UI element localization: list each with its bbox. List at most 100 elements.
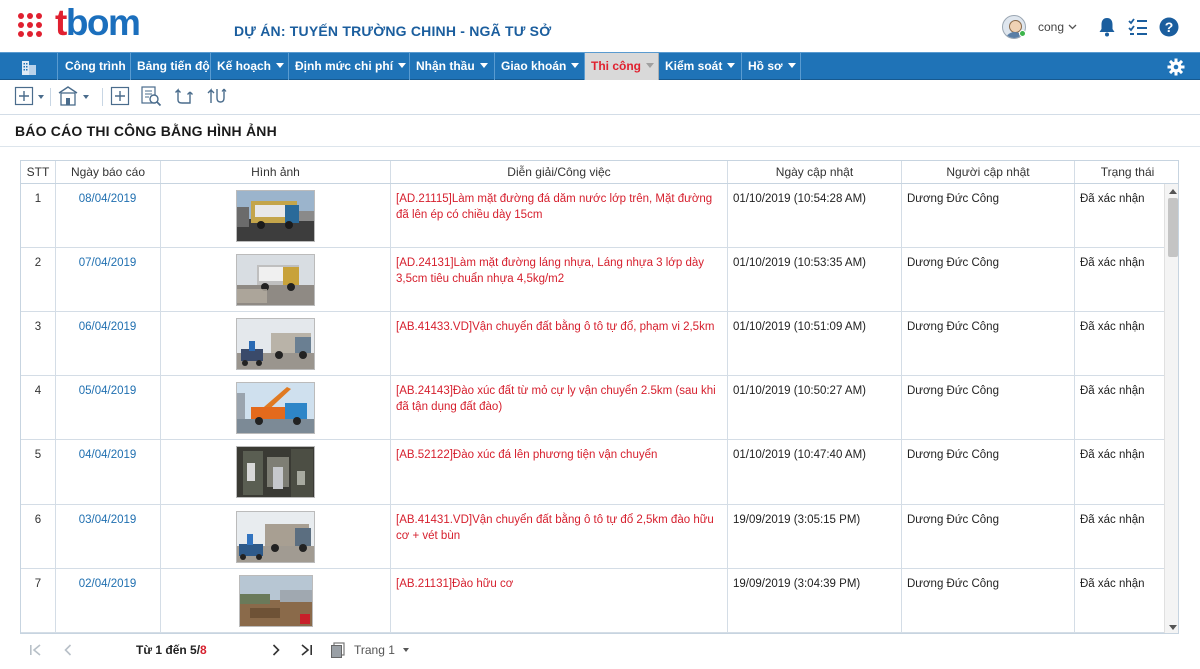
excavation-photo[interactable] bbox=[236, 446, 315, 498]
crane-truck-photo[interactable] bbox=[236, 382, 315, 434]
table-row[interactable] bbox=[21, 633, 1164, 634]
cell-report-date-link[interactable] bbox=[56, 633, 161, 634]
caret-down-icon bbox=[571, 63, 580, 68]
column-header-updated-date[interactable]: Ngày cập nhật bbox=[728, 161, 902, 183]
cell-updated-date bbox=[728, 633, 902, 634]
cell-image bbox=[161, 440, 391, 504]
cell-report-date-link[interactable]: 02/04/2019 bbox=[56, 569, 161, 632]
column-header-image[interactable]: Hình ảnh bbox=[161, 161, 391, 183]
new-button[interactable] bbox=[110, 86, 130, 108]
cell-status: Đã xác nhận bbox=[1080, 257, 1145, 269]
cell-report-date-link[interactable]: 06/04/2019 bbox=[56, 312, 161, 375]
column-header-updated-by[interactable]: Người cập nhật bbox=[902, 161, 1075, 183]
nav-cong-trinh[interactable]: Công trình bbox=[59, 53, 131, 80]
nav-giao-khoan[interactable]: Giao khoán bbox=[495, 53, 585, 80]
cell-updated-by: Dương Đức Công bbox=[902, 184, 1075, 247]
cell-updated-by: Dương Đức Công bbox=[902, 569, 1075, 632]
task-list-icon[interactable] bbox=[1127, 16, 1149, 38]
first-page-icon[interactable] bbox=[28, 642, 44, 658]
nav-kiem-soat[interactable]: Kiểm soát bbox=[659, 53, 742, 80]
column-header-stt[interactable]: STT bbox=[21, 161, 56, 183]
next-page-icon[interactable] bbox=[268, 642, 284, 658]
pagination-total: 8 bbox=[200, 643, 207, 657]
nav-ke-hoach[interactable]: Kế hoạch bbox=[211, 53, 289, 80]
table-row[interactable]: 4 05/04/2019 [AB.24143]Đào xúc đất từ mỏ… bbox=[21, 376, 1164, 440]
caret-down-icon bbox=[787, 63, 796, 68]
cell-updated-date: 01/10/2019 (10:53:35 AM) bbox=[728, 248, 902, 311]
cell-stt: 6 bbox=[21, 505, 56, 568]
cell-updated-by: Dương Đức Công bbox=[902, 376, 1075, 439]
cell-updated-date: 01/10/2019 (10:47:40 AM) bbox=[728, 440, 902, 504]
pagination: Từ 1 đến 5/8 Trang 1 bbox=[20, 636, 1179, 664]
table-row[interactable]: 3 06/04/2019 [AB.41433.VD]Vận chuyển đất… bbox=[21, 312, 1164, 376]
asphalt-truck-photo[interactable] bbox=[236, 254, 315, 306]
sort-button[interactable] bbox=[205, 86, 227, 108]
search-document-button[interactable] bbox=[140, 85, 162, 110]
cell-updated-by: Dương Đức Công bbox=[902, 312, 1075, 375]
cell-report-date-link[interactable]: 04/04/2019 bbox=[56, 440, 161, 504]
cell-status: Đã xác nhận bbox=[1080, 578, 1145, 590]
nav-label: Kế hoạch bbox=[217, 59, 272, 73]
cell-description: [AB.41433.VD]Vận chuyển đất bằng ô tô tự… bbox=[391, 312, 728, 375]
svg-text:?: ? bbox=[1165, 19, 1174, 35]
cell-image bbox=[161, 184, 391, 247]
last-page-icon[interactable] bbox=[298, 642, 314, 658]
caret-down-icon bbox=[727, 63, 736, 68]
toolbar bbox=[0, 82, 1200, 112]
building-icon[interactable] bbox=[0, 53, 58, 80]
page-select[interactable]: Trang 1 bbox=[354, 643, 409, 657]
cell-updated-date: 01/10/2019 (10:54:28 AM) bbox=[728, 184, 902, 247]
scroll-up-arrow-icon[interactable] bbox=[1169, 189, 1177, 194]
refresh-button[interactable] bbox=[174, 86, 194, 108]
table-row[interactable]: 2 07/04/2019 [AD.24131]Làm mặt đường lán… bbox=[21, 248, 1164, 312]
cell-report-date-link[interactable]: 08/04/2019 bbox=[56, 184, 161, 247]
table-row[interactable]: 1 08/04/2019 [AD.21115]Làm mặt đường đá … bbox=[21, 184, 1164, 248]
cell-description: [AB.41431.VD]Vận chuyển đất bằng ô tô tự… bbox=[391, 505, 728, 568]
cell-stt: 4 bbox=[21, 376, 56, 439]
building-filter-button[interactable] bbox=[57, 85, 89, 108]
nav-label: Hồ sơ bbox=[748, 59, 783, 73]
scrollbar-thumb[interactable] bbox=[1168, 198, 1178, 257]
project-title: DỰ ÁN: TUYẾN TRƯỜNG CHINH - NGÃ TƯ SỞ bbox=[234, 23, 552, 39]
nav-bang-tien-do[interactable]: Bảng tiến độ bbox=[131, 53, 211, 80]
bell-icon[interactable] bbox=[1096, 16, 1118, 38]
cell-report-date-link[interactable]: 07/04/2019 bbox=[56, 248, 161, 311]
user-menu[interactable]: cong bbox=[1002, 13, 1077, 41]
document-search-icon bbox=[140, 85, 162, 110]
username: cong bbox=[1038, 20, 1065, 34]
organic-dig-photo[interactable] bbox=[238, 575, 313, 627]
previous-page-icon[interactable] bbox=[60, 642, 76, 658]
main-nav: Công trình Bảng tiến độ Kế hoạch Định mứ… bbox=[0, 52, 1200, 80]
help-icon[interactable]: ? bbox=[1158, 16, 1180, 38]
cell-updated-date: 19/09/2019 (3:05:15 PM) bbox=[728, 505, 902, 568]
scroll-down-arrow-icon[interactable] bbox=[1169, 625, 1177, 630]
dump-truck-photo-2[interactable] bbox=[236, 511, 315, 563]
caret-down-icon bbox=[479, 63, 488, 68]
table-row[interactable]: 6 03/04/2019 [AB.41431.VD]Vận chuyển đất… bbox=[21, 505, 1164, 569]
column-header-description[interactable]: Diễn giải/Công việc bbox=[391, 161, 728, 183]
pages-icon bbox=[329, 642, 347, 658]
gear-icon[interactable] bbox=[1167, 58, 1185, 76]
dump-truck-photo[interactable] bbox=[236, 318, 315, 370]
add-dropdown-button[interactable] bbox=[14, 86, 44, 108]
refresh-icon bbox=[174, 86, 194, 109]
logo-text: bom bbox=[65, 2, 141, 43]
cell-image bbox=[161, 248, 391, 311]
cell-stt: 1 bbox=[21, 184, 56, 247]
caret-down-icon bbox=[38, 95, 44, 99]
cell-report-date-link[interactable]: 03/04/2019 bbox=[56, 505, 161, 568]
nav-ho-so[interactable]: Hồ sơ bbox=[742, 53, 801, 80]
vertical-scrollbar[interactable] bbox=[1164, 184, 1178, 633]
nav-nhan-thau[interactable]: Nhận thầu bbox=[410, 53, 495, 80]
nav-dinh-muc-chi-phi[interactable]: Định mức chi phí bbox=[289, 53, 410, 80]
cell-report-date-link[interactable]: 05/04/2019 bbox=[56, 376, 161, 439]
sort-icon bbox=[205, 86, 227, 109]
nav-thi-cong[interactable]: Thi công bbox=[585, 53, 659, 80]
road-paving-photo[interactable] bbox=[236, 190, 315, 242]
app-logo[interactable]: tbom bbox=[55, 2, 141, 43]
apps-grid-icon[interactable] bbox=[18, 13, 42, 37]
table-row[interactable]: 5 04/04/2019 [AB.52122]Đào xúc đá lên ph… bbox=[21, 440, 1164, 505]
column-header-status[interactable]: Trạng thái bbox=[1075, 161, 1178, 183]
table-row[interactable]: 7 02/04/2019 [AB.21131]Đào hữu cơ 19/09/… bbox=[21, 569, 1164, 633]
column-header-report-date[interactable]: Ngày báo cáo bbox=[56, 161, 161, 183]
